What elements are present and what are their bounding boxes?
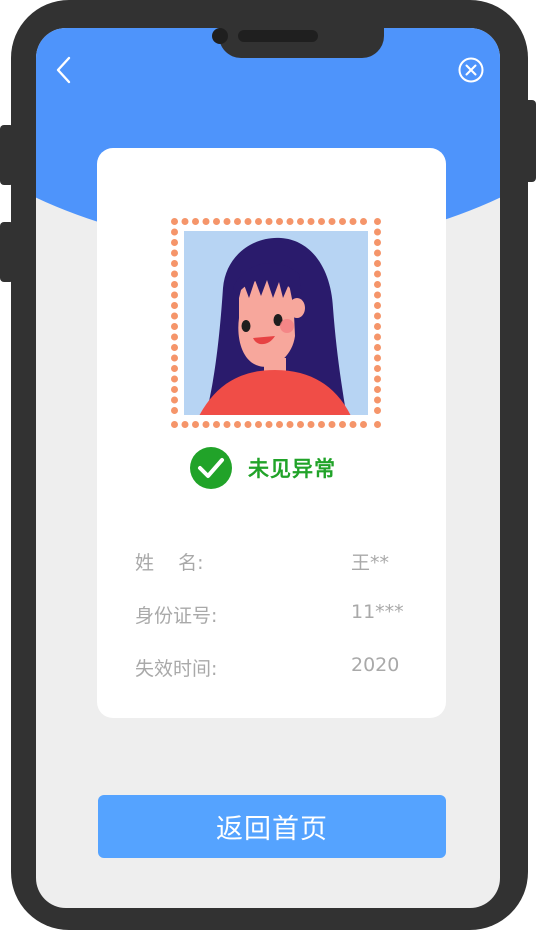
- status-result: 未见异常: [190, 447, 336, 489]
- info-value-id-number: 11***: [351, 601, 404, 623]
- info-label-name: 姓 名:: [135, 552, 204, 574]
- info-row-name: 姓 名: 王**: [135, 548, 403, 574]
- info-row-id-number: 身份证号: 11***: [135, 601, 404, 627]
- speaker-grille: [238, 30, 318, 42]
- info-value-name: 王**: [351, 552, 390, 574]
- photo-frame: [171, 218, 381, 428]
- info-value-expiry: 2020: [351, 654, 400, 676]
- chevron-left-icon: [56, 56, 71, 84]
- avatar-photo: [171, 218, 381, 428]
- verification-card: 未见异常 姓 名: 王** 身份证号: 11*** 失效时间: 2020: [97, 148, 446, 718]
- info-row-expiry: 失效时间: 2020: [135, 654, 403, 680]
- return-home-button[interactable]: 返回首页: [98, 795, 446, 858]
- status-text: 未见异常: [248, 457, 336, 481]
- close-button[interactable]: [457, 56, 485, 84]
- check-circle-icon: [190, 447, 232, 489]
- front-camera-icon: [212, 28, 228, 44]
- info-label-id-number: 身份证号:: [135, 605, 218, 627]
- circle-x-icon: [458, 57, 484, 83]
- info-label-expiry: 失效时间:: [135, 658, 218, 680]
- back-button[interactable]: [54, 56, 76, 84]
